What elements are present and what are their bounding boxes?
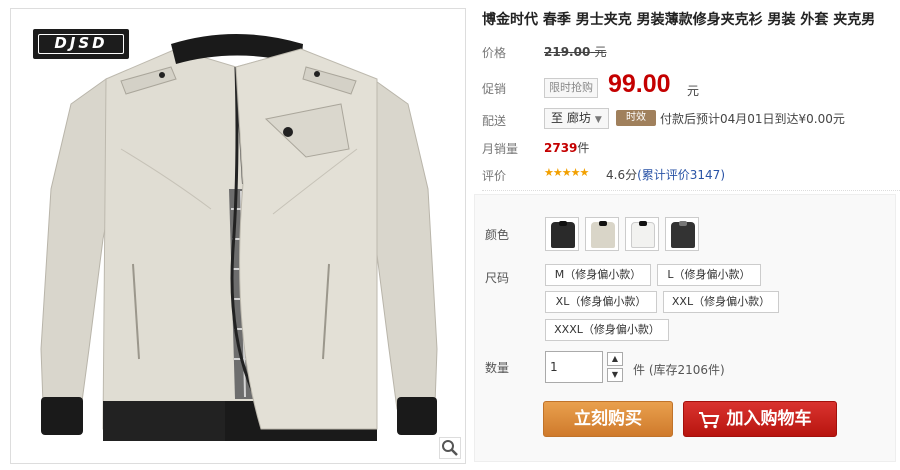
stock-text: 件 (库存2106件) [633,363,725,377]
promo-price: 99.00 [608,70,671,98]
reviews-link[interactable]: (累计评价3147) [637,168,725,182]
price-label: 价格 [482,46,507,60]
sales-count: 2739件 [544,141,590,155]
color-swatch-beige[interactable] [585,217,619,251]
chevron-down-icon: ▼ [594,115,602,125]
zoom-button[interactable] [439,437,461,459]
size-option-xl[interactable]: XL（修身偏小款） [545,291,657,313]
divider [482,190,900,191]
buy-now-button[interactable]: 立刻购买 [543,401,673,437]
quantity-increase-button[interactable]: ▲ [607,352,623,366]
promo-currency: 元 [687,84,700,98]
product-title: 博金时代 春季 男士夹克 男装薄款修身夹克衫 男装 外套 夹克男 [482,12,876,28]
brand-logo: DJSD [33,29,129,59]
rating-summary: 4.6分(累计评价3147) [606,168,725,182]
cart-icon [699,412,720,429]
size-label: 尺码 [485,271,510,285]
purchase-options: 颜色 尺码 M（修身偏小款） L（修身偏小款） XL（修身偏小款） XXL（修身… [474,194,896,462]
quantity-decrease-button[interactable]: ▼ [607,368,623,382]
delivery-time-badge: 时效 [616,110,656,126]
jacket-image [40,34,438,441]
color-swatches [545,217,699,251]
magnifier-icon [442,440,458,456]
promo-label: 促销 [482,82,507,96]
original-price: 219.00 元 [544,45,607,59]
sales-label: 月销量 [482,142,519,156]
color-swatch-black-gray[interactable] [665,217,699,251]
shipping-destination-select[interactable]: 至 廊坊 ▼ [544,108,609,129]
product-image[interactable]: DJSD [10,8,466,464]
size-option-xxxl[interactable]: XXXL（修身偏小款） [545,319,669,341]
quantity-input[interactable]: 1 [545,351,603,383]
shipping-label: 配送 [482,114,507,128]
size-option-l[interactable]: L（修身偏小款） [657,264,761,286]
size-option-xxl[interactable]: XXL（修身偏小款） [663,291,779,313]
rating-stars: ★★★★★ [544,166,589,179]
color-label: 颜色 [485,228,510,242]
quantity-label: 数量 [485,361,510,375]
rating-label: 评价 [482,169,507,183]
promo-tag: 限时抢购 [544,78,598,98]
color-swatch-white[interactable] [625,217,659,251]
shipping-text: 付款后预计04月01日到达¥0.00元 [660,112,845,126]
size-option-m[interactable]: M（修身偏小款） [545,264,651,286]
color-swatch-black[interactable] [545,217,579,251]
add-to-cart-button[interactable]: 加入购物车 [683,401,837,437]
